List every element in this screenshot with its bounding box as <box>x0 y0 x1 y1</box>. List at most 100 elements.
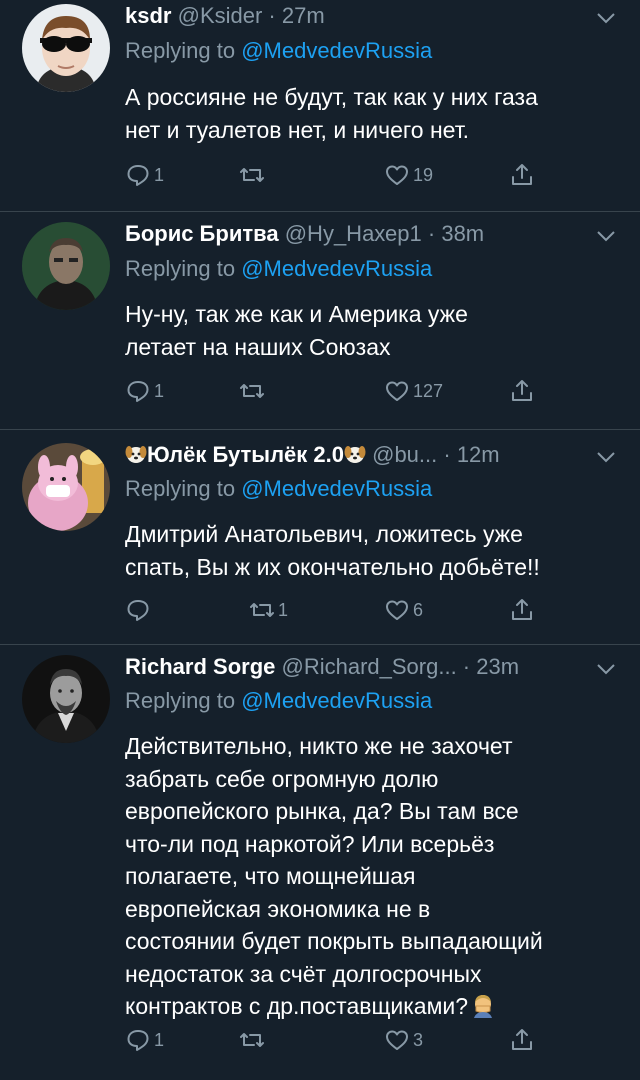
tweet-text: Действительно, никто же не захочет забра… <box>125 730 622 1023</box>
avatar-image <box>22 4 110 92</box>
timestamp[interactable]: 27m <box>282 3 325 28</box>
retweet-button[interactable] <box>239 376 268 406</box>
chevron-down-icon[interactable] <box>594 224 618 248</box>
timestamp[interactable]: 23m <box>476 654 519 679</box>
retweet-button[interactable] <box>239 1025 268 1055</box>
tweet-header: Юлёк Бутылёк 2.0 @bu... · 12m <box>125 440 620 470</box>
like-count: 6 <box>413 599 424 620</box>
mention-link[interactable]: @MedvedevRussia <box>241 688 432 713</box>
heart-icon <box>384 162 410 188</box>
reply-feed: ksdr @Ksider · 27m Replying to @Medvedev… <box>0 0 640 1080</box>
avatar[interactable] <box>22 222 110 310</box>
share-icon <box>509 1027 535 1053</box>
facepalm-emoji <box>470 992 496 1018</box>
like-button[interactable]: 3 <box>384 1025 423 1055</box>
share-button[interactable] <box>509 1025 535 1055</box>
tweet-1[interactable]: ksdr @Ksider · 27m Replying to @Medvedev… <box>0 0 640 212</box>
user-handle[interactable]: @bu... <box>372 442 437 467</box>
mention-link[interactable]: @MedvedevRussia <box>241 38 432 63</box>
like-count: 3 <box>413 1029 424 1050</box>
mention-link[interactable]: @MedvedevRussia <box>241 476 432 501</box>
reply-count: 1 <box>154 164 165 185</box>
tweet-header: ksdr @Ksider · 27m <box>125 1 620 31</box>
replying-to: Replying to @MedvedevRussia <box>125 474 432 504</box>
tweet-actions: 1 127 <box>125 376 565 406</box>
display-name[interactable]: Борис Бритва <box>125 221 279 246</box>
share-icon <box>509 597 535 623</box>
timestamp[interactable]: 38m <box>441 221 484 246</box>
like-button[interactable]: 19 <box>384 160 433 190</box>
separator-dot: · <box>437 442 457 467</box>
share-icon <box>509 162 535 188</box>
like-button[interactable]: 127 <box>384 376 443 406</box>
user-handle[interactable]: @Ksider <box>178 3 263 28</box>
reply-bubble-icon <box>125 162 151 188</box>
tweet-4[interactable]: Richard Sorge @Richard_Sorg... · 23m Rep… <box>0 645 640 1080</box>
reply-button[interactable]: 1 <box>125 160 164 190</box>
user-handle[interactable]: @Richard_Sorg... <box>282 654 457 679</box>
chevron-down-icon[interactable] <box>594 445 618 469</box>
tweet-2[interactable]: Борис Бритва @Ну_Нахер1 · 38m Replying t… <box>0 212 640 430</box>
user-handle[interactable]: @Ну_Нахер1 <box>285 221 422 246</box>
reply-count: 1 <box>154 1029 165 1050</box>
retweet-icon <box>239 378 265 404</box>
tweet-header: Richard Sorge @Richard_Sorg... · 23m <box>125 652 620 682</box>
separator-dot: · <box>262 3 282 28</box>
like-button[interactable]: 6 <box>384 595 423 625</box>
tweet-3[interactable]: Юлёк Бутылёк 2.0 @bu... · 12m Replying t… <box>0 430 640 645</box>
tweet-actions: 1 6 <box>125 595 565 625</box>
share-button[interactable] <box>509 595 535 625</box>
replying-to: Replying to @MedvedevRussia <box>125 254 432 284</box>
separator-dot: · <box>421 221 442 246</box>
separator-dot: · <box>456 654 477 679</box>
display-name[interactable]: Richard Sorge <box>125 654 275 679</box>
reply-bubble-icon <box>125 1027 151 1053</box>
like-count: 127 <box>413 380 444 401</box>
reply-bubble-icon <box>125 378 151 404</box>
display-name[interactable]: Юлёк Бутылёк 2.0 <box>147 442 344 467</box>
retweet-count: 1 <box>278 599 289 620</box>
retweet-button[interactable]: 1 <box>249 595 288 625</box>
retweet-icon <box>239 1027 265 1053</box>
avatar[interactable] <box>22 4 110 92</box>
heart-icon <box>384 1027 410 1053</box>
avatar[interactable] <box>22 443 110 531</box>
reply-button[interactable]: 1 <box>125 376 164 406</box>
tweet-actions: 1 3 <box>125 1025 565 1055</box>
reply-bubble-icon <box>125 597 151 623</box>
retweet-button[interactable] <box>239 160 268 190</box>
tweet-text: Дмитрий Анатольевич, ложитесь уже спать,… <box>125 521 540 580</box>
avatar-image <box>22 655 110 743</box>
reply-button[interactable]: 1 <box>125 1025 164 1055</box>
tweet-text: Ну-ну, так же как и Америка уже летает н… <box>125 301 468 360</box>
replying-to-label: Replying to <box>125 688 242 713</box>
avatar[interactable] <box>22 655 110 743</box>
reply-count: 1 <box>154 380 165 401</box>
dog-face-emoji <box>125 443 147 465</box>
dog-face-emoji <box>344 443 366 465</box>
replying-to: Replying to @MedvedevRussia <box>125 36 432 66</box>
tweet-text: А россияне не будут, так как у них газа … <box>125 84 538 143</box>
avatar-image <box>22 443 110 531</box>
tweet-text-body: Действительно, никто же не захочет забра… <box>125 733 543 1019</box>
tweet-actions: 1 19 <box>125 160 565 190</box>
replying-to-label: Replying to <box>125 256 242 281</box>
share-button[interactable] <box>509 160 535 190</box>
share-icon <box>509 378 535 404</box>
timestamp[interactable]: 12m <box>457 442 500 467</box>
like-count: 19 <box>413 164 434 185</box>
retweet-icon <box>249 597 275 623</box>
chevron-down-icon[interactable] <box>594 657 618 681</box>
chevron-down-icon[interactable] <box>594 6 618 30</box>
tweet-header: Борис Бритва @Ну_Нахер1 · 38m <box>125 219 620 249</box>
share-button[interactable] <box>509 376 535 406</box>
heart-icon <box>384 378 410 404</box>
display-name[interactable]: ksdr <box>125 3 171 28</box>
replying-to-label: Replying to <box>125 38 242 63</box>
replying-to-label: Replying to <box>125 476 242 501</box>
mention-link[interactable]: @MedvedevRussia <box>241 256 432 281</box>
avatar-image <box>22 222 110 310</box>
retweet-icon <box>239 162 265 188</box>
replying-to: Replying to @MedvedevRussia <box>125 686 432 716</box>
reply-button[interactable] <box>125 595 154 625</box>
